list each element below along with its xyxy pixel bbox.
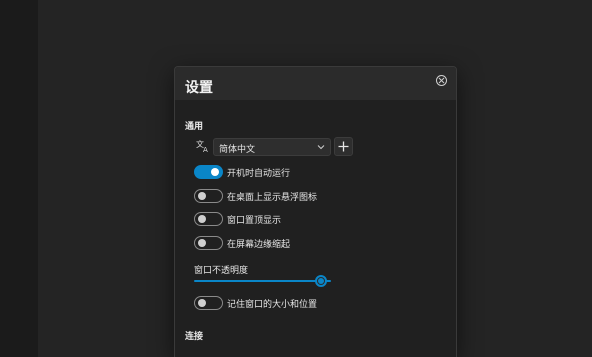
always-on-top-toggle[interactable] (194, 212, 223, 226)
close-icon (438, 77, 445, 84)
section-title-connection: 连接 (185, 332, 204, 342)
floating-icon-toggle[interactable] (194, 189, 223, 203)
toggle-row-remember-window: 记住窗口的大小和位置 (194, 295, 317, 311)
remember-window-label: 记住窗口的大小和位置 (227, 299, 318, 310)
toggle-knob (198, 239, 206, 247)
add-language-button[interactable] (334, 137, 353, 156)
toggle-row-floating-icon: 在桌面上显示悬浮图标 (194, 188, 317, 204)
toggle-knob (198, 215, 206, 223)
toggle-row-always-on-top: 窗口置顶显示 (194, 211, 281, 227)
toggle-row-edge-collapse: 在屏幕边缘缩起 (194, 235, 290, 251)
language-select[interactable]: 简体中文 (213, 138, 331, 156)
dialog-header: 设置 (175, 67, 456, 100)
dialog-title: 设置 (185, 80, 213, 96)
floating-icon-label: 在桌面上显示悬浮图标 (227, 192, 318, 203)
edge-collapse-label: 在屏幕边缘缩起 (227, 239, 291, 250)
toggle-knob (211, 168, 219, 176)
close-button[interactable] (436, 75, 447, 86)
toggle-knob (198, 299, 206, 307)
autostart-toggle[interactable] (194, 165, 223, 179)
language-select-value: 简体中文 (219, 145, 256, 155)
toggle-knob (198, 192, 206, 200)
left-panel (0, 0, 38, 357)
svg-text:A: A (203, 146, 208, 153)
section-title-general: 通用 (185, 122, 204, 132)
translate-icon: 文 A (196, 139, 208, 153)
autostart-label: 开机时自动运行 (227, 168, 291, 179)
edge-collapse-toggle[interactable] (194, 236, 223, 250)
plus-icon (338, 141, 349, 152)
chevron-down-icon (317, 145, 325, 150)
slider-thumb[interactable] (315, 275, 328, 287)
always-on-top-label: 窗口置顶显示 (227, 215, 282, 226)
toggle-row-autostart: 开机时自动运行 (194, 164, 290, 180)
slider-track (194, 280, 331, 282)
remember-window-toggle[interactable] (194, 296, 223, 310)
opacity-slider[interactable] (194, 275, 331, 287)
settings-dialog: 设置 通用 文 A 简体中文 开机时自动运行 在桌面上显示悬浮图标 窗口置顶显示 (174, 66, 457, 357)
